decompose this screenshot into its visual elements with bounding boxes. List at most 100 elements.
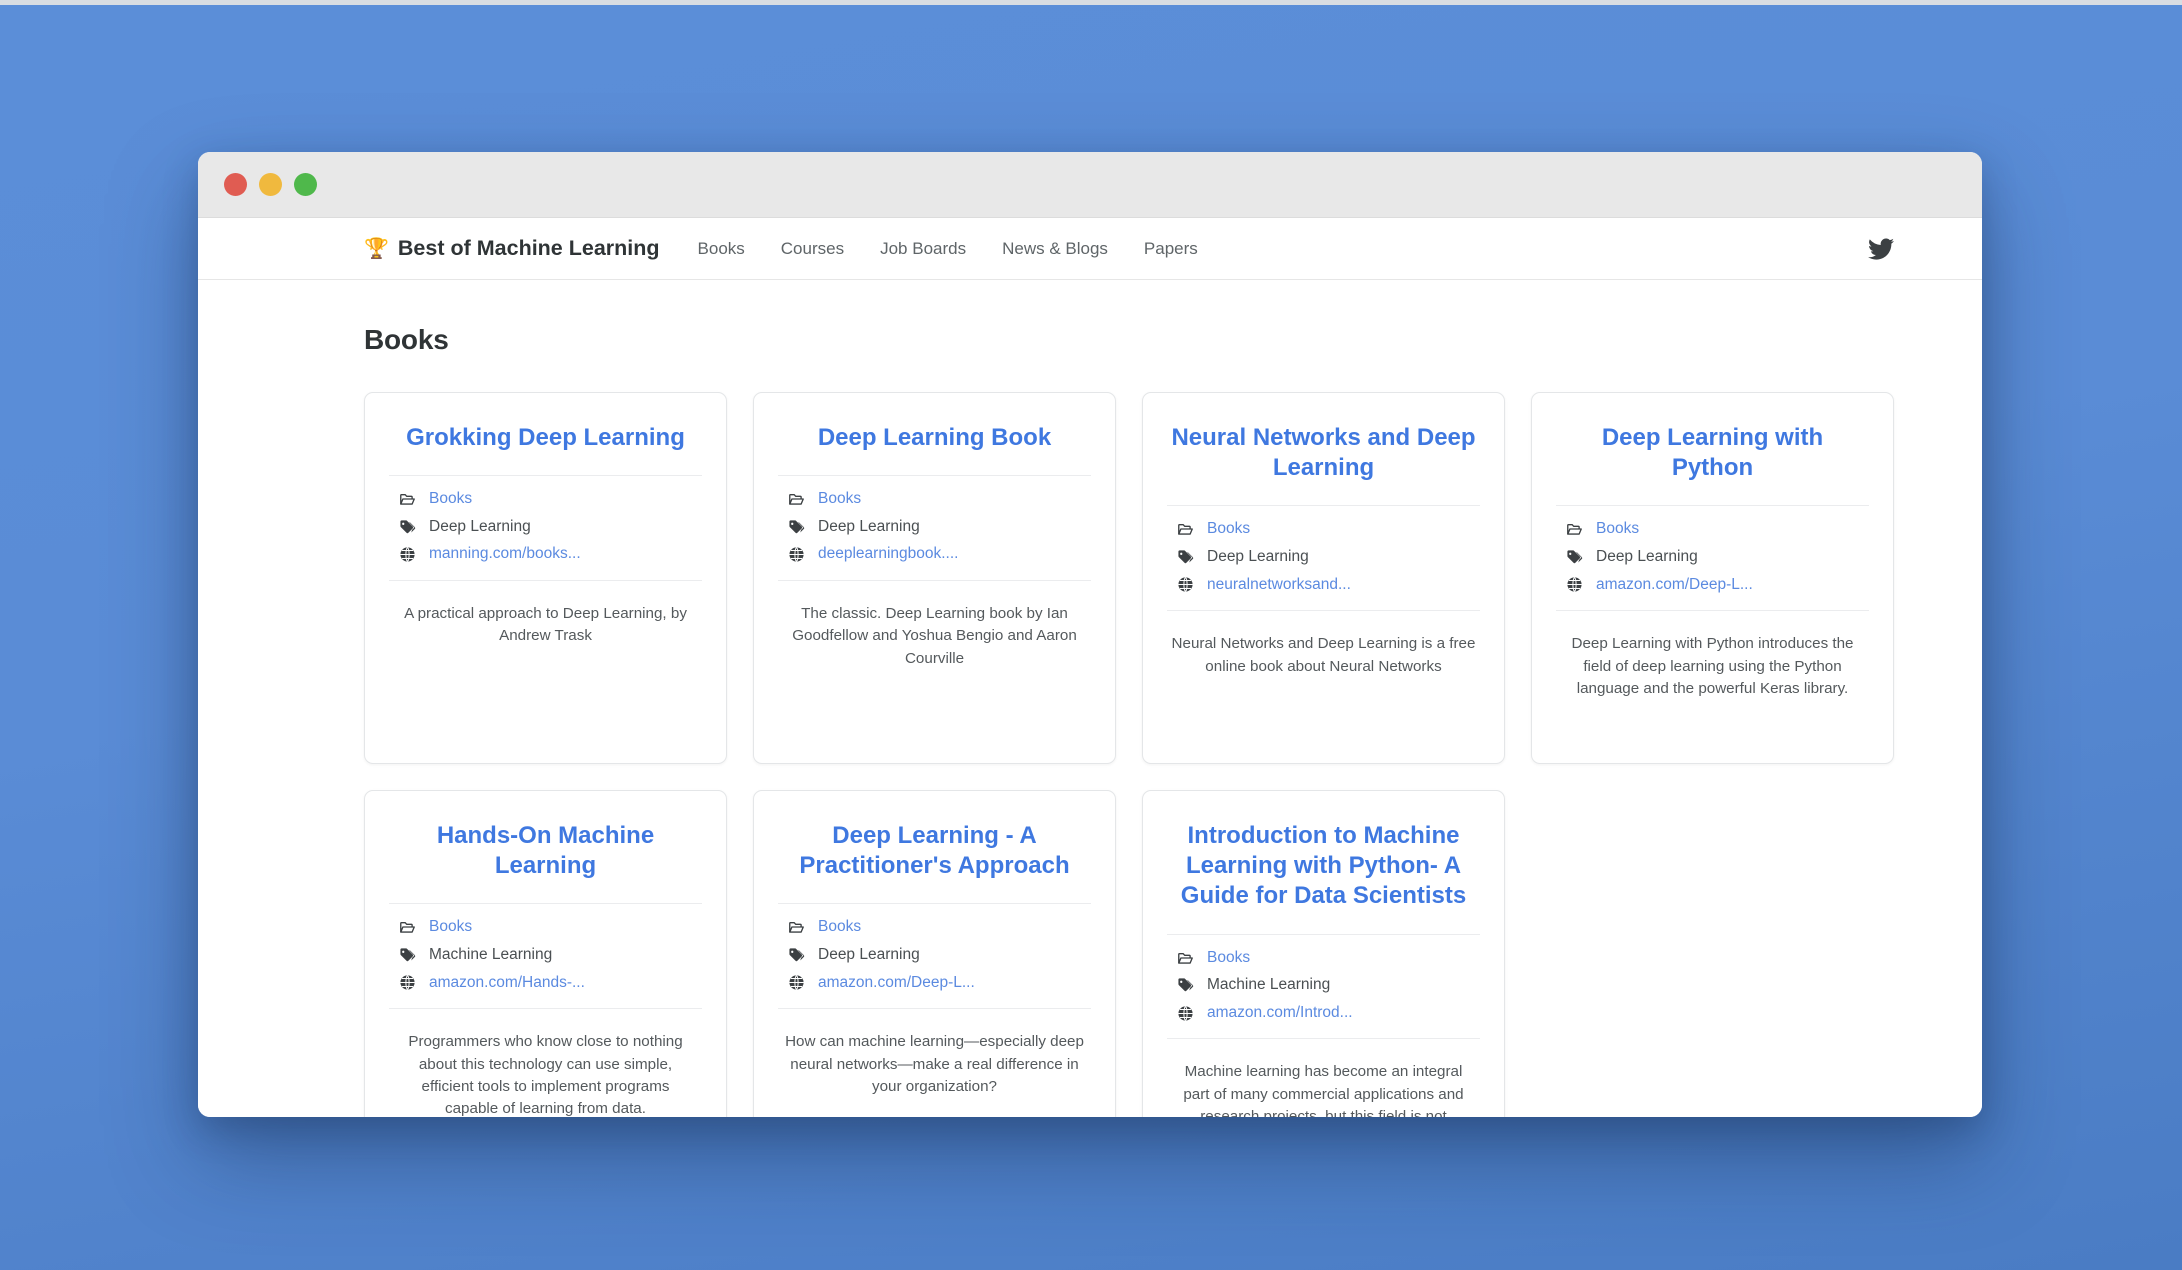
open-folder-icon	[788, 919, 805, 936]
book-meta-list: Books Deep Learning neuralnetworksand...	[1167, 506, 1480, 594]
nav-link-job-boards[interactable]: Job Boards	[880, 239, 966, 258]
book-title-link[interactable]: Deep Learning Book	[778, 419, 1091, 453]
book-category-row: Books	[1566, 520, 1867, 539]
traffic-light-group	[224, 173, 317, 196]
book-title-link[interactable]: Introduction to Machine Learning with Py…	[1167, 817, 1480, 912]
book-url-link[interactable]: amazon.com/Deep-L...	[818, 974, 975, 993]
book-meta-list: Books Deep Learning amazon.com/Deep-L...	[1556, 506, 1869, 594]
globe-icon	[399, 546, 416, 563]
open-folder-icon	[399, 919, 416, 936]
book-description: Neural Networks and Deep Learning is a f…	[1167, 611, 1480, 678]
book-tag-row: Deep Learning	[788, 518, 1089, 537]
tag-icon	[399, 519, 416, 536]
site-brand[interactable]: 🏆 Best of Machine Learning	[364, 236, 660, 261]
trophy-icon: 🏆	[364, 239, 389, 259]
book-title-link[interactable]: Hands-On Machine Learning	[389, 817, 702, 881]
book-tag-label: Deep Learning	[818, 518, 920, 537]
nav-link-courses[interactable]: Courses	[781, 239, 844, 258]
tag-icon	[788, 947, 805, 964]
book-meta-list: Books Deep Learning manning.com/books...	[389, 476, 702, 564]
book-card: Hands-On Machine Learning Books Machine …	[364, 790, 727, 1117]
book-description: The classic. Deep Learning book by Ian G…	[778, 581, 1091, 670]
close-window-button[interactable]	[224, 173, 247, 196]
book-title-link[interactable]: Grokking Deep Learning	[389, 419, 702, 453]
book-url-row: amazon.com/Introd...	[1177, 1004, 1478, 1023]
book-tag-row: Deep Learning	[399, 518, 700, 537]
window-titlebar	[198, 152, 1982, 218]
main-content: Books Grokking Deep Learning Books Deep …	[198, 280, 1982, 1117]
book-category-link[interactable]: Books	[818, 918, 861, 937]
book-category-link[interactable]: Books	[429, 918, 472, 937]
book-tag-label: Deep Learning	[1596, 548, 1698, 567]
book-category-link[interactable]: Books	[1596, 520, 1639, 539]
book-url-link[interactable]: amazon.com/Introd...	[1207, 1004, 1353, 1023]
maximize-window-button[interactable]	[294, 173, 317, 196]
book-tag-row: Deep Learning	[1566, 548, 1867, 567]
site-nav: 🏆 Best of Machine Learning Books Courses…	[198, 218, 1982, 280]
grid-empty-cell	[1531, 790, 1894, 1117]
tag-icon	[1177, 549, 1194, 566]
book-tag-row: Machine Learning	[399, 946, 700, 965]
page-title: Books	[364, 324, 1894, 356]
book-tag-row: Deep Learning	[788, 946, 1089, 965]
book-category-link[interactable]: Books	[1207, 520, 1250, 539]
book-description: Machine learning has become an integral …	[1167, 1039, 1480, 1117]
nav-link-news-blogs[interactable]: News & Blogs	[1002, 239, 1108, 258]
book-tag-label: Deep Learning	[818, 946, 920, 965]
book-tag-label: Deep Learning	[1207, 548, 1309, 567]
book-tag-label: Machine Learning	[1207, 976, 1330, 995]
book-url-row: amazon.com/Hands-...	[399, 974, 700, 993]
book-meta-list: Books Machine Learning amazon.com/Hands-…	[389, 904, 702, 992]
nav-link-books[interactable]: Books	[698, 239, 745, 258]
book-card-grid-row-2: Hands-On Machine Learning Books Machine …	[364, 790, 1894, 1117]
tag-icon	[788, 519, 805, 536]
globe-icon	[1566, 576, 1583, 593]
globe-icon	[1177, 576, 1194, 593]
book-title-link[interactable]: Deep Learning - A Practitioner's Approac…	[778, 817, 1091, 881]
book-url-row: deeplearningbook....	[788, 545, 1089, 564]
book-tag-label: Deep Learning	[429, 518, 531, 537]
book-card: Grokking Deep Learning Books Deep Learni…	[364, 392, 727, 764]
twitter-link[interactable]	[1868, 236, 1894, 262]
book-card: Deep Learning with Python Books Deep Lea…	[1531, 392, 1894, 764]
book-meta-list: Books Deep Learning deeplearningbook....	[778, 476, 1091, 564]
book-url-row: neuralnetworksand...	[1177, 576, 1478, 595]
globe-icon	[399, 974, 416, 991]
open-folder-icon	[399, 491, 416, 508]
globe-icon	[788, 546, 805, 563]
minimize-window-button[interactable]	[259, 173, 282, 196]
book-url-link[interactable]: manning.com/books...	[429, 545, 581, 564]
book-description: A practical approach to Deep Learning, b…	[389, 581, 702, 648]
open-folder-icon	[1177, 950, 1194, 967]
book-category-row: Books	[788, 918, 1089, 937]
twitter-icon	[1868, 236, 1894, 262]
book-url-row: amazon.com/Deep-L...	[1566, 576, 1867, 595]
book-category-row: Books	[399, 918, 700, 937]
book-meta-list: Books Machine Learning amazon.com/Introd…	[1167, 935, 1480, 1023]
browser-window: 🏆 Best of Machine Learning Books Courses…	[198, 152, 1982, 1117]
tag-icon	[1177, 977, 1194, 994]
book-description: Deep Learning with Python introduces the…	[1556, 611, 1869, 700]
book-url-link[interactable]: neuralnetworksand...	[1207, 576, 1351, 595]
nav-link-papers[interactable]: Papers	[1144, 239, 1198, 258]
book-title-link[interactable]: Neural Networks and Deep Learning	[1167, 419, 1480, 483]
book-title-link[interactable]: Deep Learning with Python	[1556, 419, 1869, 483]
open-folder-icon	[1177, 521, 1194, 538]
book-card: Deep Learning - A Practitioner's Approac…	[753, 790, 1116, 1117]
book-category-link[interactable]: Books	[429, 490, 472, 509]
book-url-link[interactable]: deeplearningbook....	[818, 545, 958, 564]
book-category-link[interactable]: Books	[1207, 949, 1250, 968]
open-folder-icon	[788, 491, 805, 508]
book-card: Neural Networks and Deep Learning Books …	[1142, 392, 1505, 764]
book-url-link[interactable]: amazon.com/Hands-...	[429, 974, 585, 993]
book-category-row: Books	[1177, 520, 1478, 539]
book-category-row: Books	[788, 490, 1089, 509]
nav-link-list: Books Courses Job Boards News & Blogs Pa…	[698, 239, 1198, 259]
book-category-row: Books	[399, 490, 700, 509]
site-brand-label: Best of Machine Learning	[398, 236, 660, 261]
book-url-link[interactable]: amazon.com/Deep-L...	[1596, 576, 1753, 595]
book-url-row: manning.com/books...	[399, 545, 700, 564]
book-category-link[interactable]: Books	[818, 490, 861, 509]
book-tag-label: Machine Learning	[429, 946, 552, 965]
book-meta-list: Books Deep Learning amazon.com/Deep-L...	[778, 904, 1091, 992]
